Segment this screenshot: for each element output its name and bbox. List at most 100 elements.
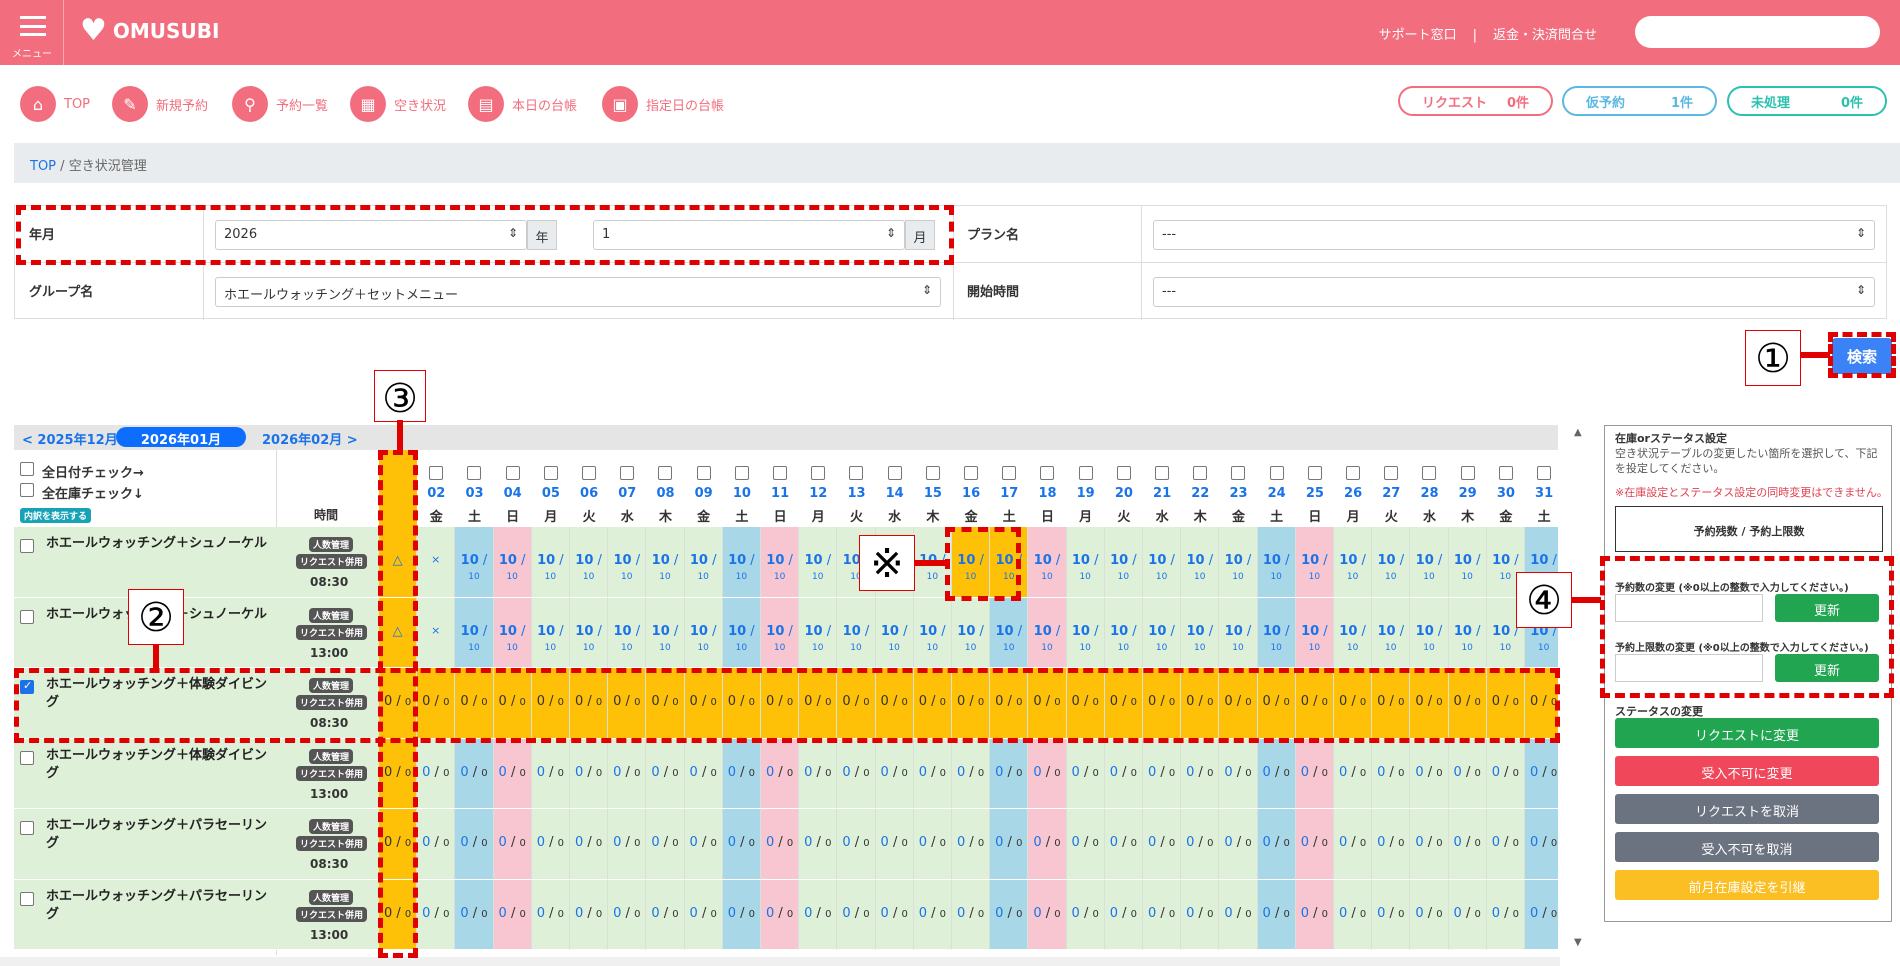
stock-cell[interactable]: 0 / 0 xyxy=(531,879,570,950)
stock-cell[interactable]: 10 / 10 xyxy=(455,597,494,668)
stock-cell[interactable]: 10 / 10 xyxy=(1295,597,1334,668)
day-check-21[interactable] xyxy=(1155,466,1169,480)
update-limit-button[interactable]: 更新 xyxy=(1775,654,1879,682)
cancel-request-button[interactable]: リクエストを取消 xyxy=(1615,794,1879,824)
day-check-18[interactable] xyxy=(1040,466,1055,480)
cancel-reject-button[interactable]: 受入不可を取消 xyxy=(1615,832,1879,862)
stock-cell[interactable]: 0 / 0 xyxy=(379,879,418,950)
stock-cell[interactable]: 10 / 10 xyxy=(952,527,991,598)
stock-cell[interactable]: 0 / 0 xyxy=(913,738,952,809)
stock-cell[interactable]: 10 / 10 xyxy=(1219,527,1258,598)
stock-cell[interactable]: 0 / 0 xyxy=(1334,879,1373,950)
stock-cell[interactable]: 10 / 10 xyxy=(1410,527,1449,598)
day-check-20[interactable] xyxy=(1116,466,1131,480)
stock-cell[interactable]: 0 / 0 xyxy=(1181,809,1220,880)
stock-cell[interactable]: 10 / 10 xyxy=(913,597,952,668)
count-input[interactable] xyxy=(1615,594,1763,622)
stock-cell[interactable]: 0 / 0 xyxy=(455,738,494,809)
day-check-10[interactable] xyxy=(734,466,749,480)
stock-cell[interactable]: 0 / 0 xyxy=(1410,809,1449,880)
stock-cell[interactable]: 0 / 0 xyxy=(1143,809,1182,880)
stock-cell[interactable]: 0 / 0 xyxy=(1486,809,1525,880)
status-pill-1[interactable]: 仮予約 1件 xyxy=(1562,86,1717,116)
stock-cell[interactable]: △ xyxy=(379,597,418,668)
stock-cell[interactable]: 10 / 10 xyxy=(1181,527,1220,598)
stock-cell[interactable]: 0 / 0 xyxy=(1181,879,1220,950)
stock-cell[interactable]: 0 / 0 xyxy=(1257,738,1296,809)
stock-cell[interactable]: 10 / 10 xyxy=(1295,527,1334,598)
day-check-28[interactable] xyxy=(1422,466,1437,480)
stock-cell[interactable]: 10 / 10 xyxy=(608,527,647,598)
change-to-request-button[interactable]: リクエストに変更 xyxy=(1615,718,1879,748)
stock-cell[interactable]: 10 / 10 xyxy=(493,597,532,668)
stock-cell[interactable]: 0 / 0 xyxy=(1219,879,1258,950)
stock-cell[interactable]: 0 / 0 xyxy=(493,668,532,739)
stock-cell[interactable]: × xyxy=(417,597,456,668)
stock-cell[interactable]: 0 / 0 xyxy=(379,809,418,880)
stock-cell[interactable]: 0 / 0 xyxy=(1448,738,1487,809)
stock-cell[interactable]: 10 / 10 xyxy=(531,597,570,668)
stock-cell[interactable]: 10 / 10 xyxy=(1410,597,1449,668)
logo[interactable]: ♥ OMUSUBI xyxy=(80,16,219,46)
stock-cell[interactable]: 0 / 0 xyxy=(1257,668,1296,739)
stock-cell[interactable]: 10 / 10 xyxy=(646,597,685,668)
stock-cell[interactable]: 0 / 0 xyxy=(722,738,761,809)
stock-cell[interactable]: 0 / 0 xyxy=(875,809,914,880)
stock-cell[interactable]: 10 / 10 xyxy=(1143,597,1182,668)
stock-cell[interactable]: 0 / 0 xyxy=(1028,738,1067,809)
stock-cell[interactable]: 0 / 0 xyxy=(1066,879,1105,950)
stock-cell[interactable]: 0 / 0 xyxy=(990,738,1029,809)
stock-cell[interactable]: 0 / 0 xyxy=(722,809,761,880)
stock-cell[interactable]: 0 / 0 xyxy=(646,879,685,950)
day-check-15[interactable] xyxy=(925,466,940,480)
stock-cell[interactable]: 10 / 10 xyxy=(1372,597,1411,668)
day-check-22[interactable] xyxy=(1193,466,1208,480)
stock-cell[interactable]: 0 / 0 xyxy=(1486,879,1525,950)
stock-cell[interactable]: 10 / 10 xyxy=(990,597,1029,668)
stock-cell[interactable]: 0 / 0 xyxy=(875,738,914,809)
status-pill-0[interactable]: リクエスト 0件 xyxy=(1398,86,1553,116)
stock-cell[interactable]: △ xyxy=(379,527,418,598)
stock-cell[interactable]: 0 / 0 xyxy=(493,738,532,809)
stock-cell[interactable]: 10 / 10 xyxy=(1257,597,1296,668)
check-all-stock-box[interactable] xyxy=(20,483,34,497)
nav-calendar[interactable]: ▣ 指定日の台帳 xyxy=(602,85,724,123)
stock-cell[interactable]: 10 / 10 xyxy=(1028,597,1067,668)
nav-book[interactable]: ▤ 本日の台帳 xyxy=(468,85,577,123)
next-month-link[interactable]: 2026年02月 > xyxy=(262,429,358,448)
row-check[interactable] xyxy=(20,609,34,624)
stock-cell[interactable]: 10 / 10 xyxy=(952,597,991,668)
stock-cell[interactable]: 0 / 0 xyxy=(837,809,876,880)
stock-cell[interactable]: 0 / 0 xyxy=(1372,668,1411,739)
stock-cell[interactable]: 10 / 10 xyxy=(1448,527,1487,598)
day-check-11[interactable] xyxy=(773,466,787,480)
day-check-27[interactable] xyxy=(1384,466,1399,480)
stock-cell[interactable]: 0 / 0 xyxy=(1448,668,1487,739)
stock-cell[interactable]: 0 / 0 xyxy=(799,668,838,739)
stock-cell[interactable]: 0 / 0 xyxy=(799,738,838,809)
day-check-25[interactable] xyxy=(1307,466,1322,480)
stock-cell[interactable]: 10 / 10 xyxy=(493,527,532,598)
stock-cell[interactable]: 0 / 0 xyxy=(1295,879,1334,950)
stock-cell[interactable]: 0 / 0 xyxy=(1066,809,1105,880)
stock-cell[interactable]: 0 / 0 xyxy=(1372,879,1411,950)
stock-cell[interactable]: 0 / 0 xyxy=(952,738,991,809)
stock-cell[interactable]: 0 / 0 xyxy=(990,668,1029,739)
day-check-03[interactable] xyxy=(467,466,482,480)
stock-cell[interactable]: 10 / 10 xyxy=(684,597,723,668)
update-count-button[interactable]: 更新 xyxy=(1775,594,1879,622)
stock-cell[interactable]: 0 / 0 xyxy=(990,809,1029,880)
stock-cell[interactable]: 10 / 10 xyxy=(1372,527,1411,598)
stock-cell[interactable]: 0 / 0 xyxy=(455,879,494,950)
row-check[interactable] xyxy=(20,750,34,765)
stock-cell[interactable]: 0 / 0 xyxy=(684,879,723,950)
stock-cell[interactable]: 10 / 10 xyxy=(761,527,800,598)
day-check-16[interactable] xyxy=(964,466,978,480)
stock-cell[interactable]: 0 / 0 xyxy=(646,809,685,880)
stock-cell[interactable]: 0 / 0 xyxy=(952,809,991,880)
day-check-04[interactable] xyxy=(505,466,520,480)
stock-cell[interactable]: 0 / 0 xyxy=(1334,668,1373,739)
stock-cell[interactable]: 0 / 0 xyxy=(455,809,494,880)
stock-cell[interactable]: 0 / 0 xyxy=(1257,809,1296,880)
horizontal-scrollbar[interactable] xyxy=(0,957,1560,966)
